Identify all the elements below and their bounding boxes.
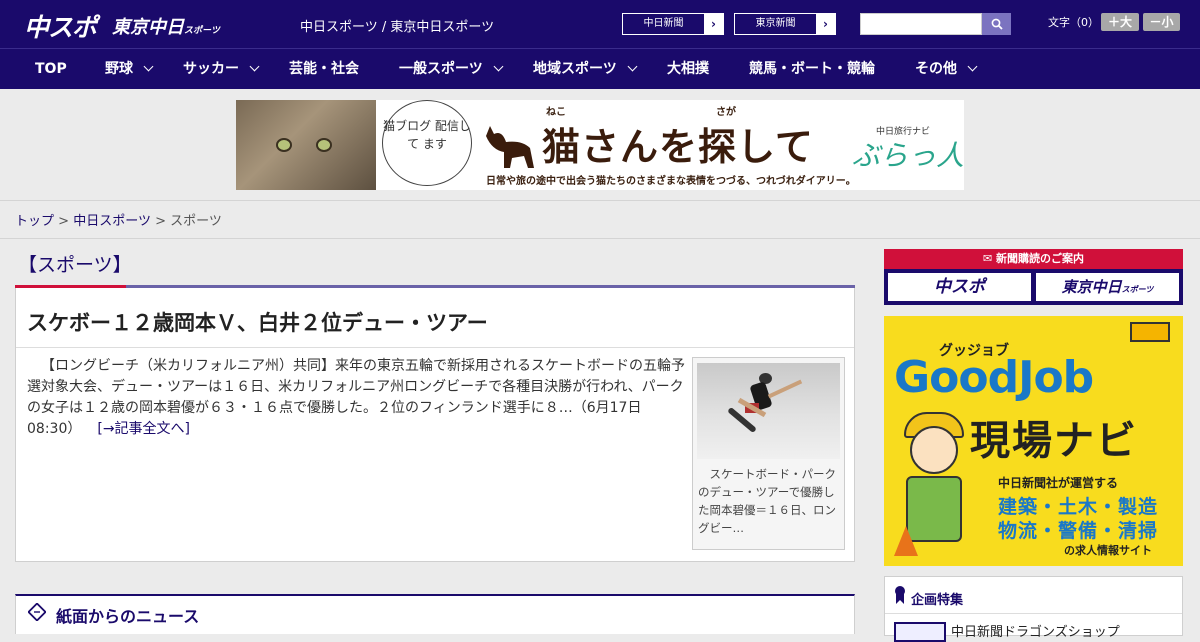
nav-top[interactable]: TOP <box>35 49 67 89</box>
search-form <box>860 13 1011 35</box>
banner-title: 猫さんを探して <box>542 125 814 169</box>
search-input[interactable] <box>860 13 982 35</box>
envelope-icon: ✉ <box>982 252 997 265</box>
nav-keiba[interactable]: 競馬・ボート・競輪 <box>749 49 875 89</box>
paper-news-title: 紙面からのニュース <box>56 607 200 626</box>
cat-blog-banner[interactable]: 猫ブログ 配信して ます ねこ さが 猫さんを探して 中日旅行ナビ ぶらっ人 日… <box>236 100 964 190</box>
chevron-down-icon <box>967 61 978 72</box>
feature-box: 企画特集 中日新聞ドラゴンズショップ <box>884 576 1183 642</box>
subscription-header: ✉ 新聞購読のご案内 <box>884 249 1183 269</box>
logo-chunichi-sports[interactable]: 中スポ <box>24 13 97 42</box>
chunichi-shimbun-link[interactable]: 中日新聞 › <box>622 13 724 35</box>
nav-baseball[interactable]: 野球 <box>105 49 154 89</box>
article-headline[interactable]: スケボー１２歳岡本Ｖ、白井２位デュー・ツアー <box>27 307 488 337</box>
cat-silhouette-icon <box>486 126 534 168</box>
chevron-right-icon: › <box>816 14 835 34</box>
banner-subtitle: 日常や旅の途中で出会う猫たちのさまざまな表情をつづる、つれづれダイアリー。 <box>486 176 856 187</box>
chevron-down-icon <box>493 61 504 72</box>
site-title: 中日スポーツ / 東京中日スポーツ <box>300 20 495 35</box>
nav-soccer[interactable]: サッカー <box>183 49 260 89</box>
banner-brand: ぶらっ人 <box>852 139 964 172</box>
breadcrumb-chunichi-sports[interactable]: 中日スポーツ <box>73 214 151 229</box>
article-photo-box[interactable]: スケートボード・パークのデュー・ツアーで優勝した岡本碧優＝１６日、ロングビー… <box>692 357 845 550</box>
breadcrumb-current: スポーツ <box>170 214 222 229</box>
nav-entertainment[interactable]: 芸能・社会 <box>289 49 359 89</box>
section-heading: 【スポーツ】 <box>15 248 855 288</box>
divider <box>0 238 1200 239</box>
font-smaller-button[interactable]: －小 <box>1143 13 1180 31</box>
cat-photo <box>236 100 376 190</box>
font-bigger-button[interactable]: ＋大 <box>1101 13 1139 31</box>
skateboard-photo[interactable] <box>697 363 840 459</box>
article-body: 【ロングビーチ（米カリフォルニア州）共同】来年の東京五輪で新採用されるスケートボ… <box>27 358 685 437</box>
nav-sumo[interactable]: 大相撲 <box>667 49 709 89</box>
worker-face <box>910 426 958 474</box>
goodjob-ad[interactable]: グッジョブ GoodJob 現場ナビ 中日新聞社が運営する 建築・土木・製造 物… <box>884 316 1183 566</box>
article-card: スケボー１２歳岡本Ｖ、白井２位デュー・ツアー 【ロングビーチ（米カリフォルニア州… <box>15 288 855 562</box>
read-more-link[interactable]: [→記事全文へ] <box>97 421 190 437</box>
chevron-right-icon: › <box>704 14 723 34</box>
nav-general-sports[interactable]: 一般スポーツ <box>399 49 504 89</box>
site-logo[interactable]: 中スポ 東京中日スポーツ <box>24 8 220 44</box>
ribbon-icon <box>895 586 905 604</box>
main-nav: TOP 野球 サッカー 芸能・社会 一般スポーツ 地域スポーツ 大相撲 競馬・ボ… <box>0 48 1200 89</box>
top-header: 中スポ 東京中日スポーツ 中日スポーツ / 東京中日スポーツ 中日新聞 › 東京… <box>0 0 1200 48</box>
nav-local-sports[interactable]: 地域スポーツ <box>533 49 638 89</box>
paper-news-heading: 紙面からのニュース <box>15 594 855 634</box>
search-icon <box>991 18 1003 30</box>
goodjob-logo: GoodJob <box>894 352 1094 403</box>
newspaper-icon <box>28 603 46 621</box>
feature-item[interactable]: 中日新聞ドラゴンズショップ <box>951 621 1120 640</box>
banner-area: 猫ブログ 配信して ます ねこ さが 猫さんを探して 中日旅行ナビ ぶらっ人 日… <box>0 89 1200 201</box>
subscription-box: ✉ 新聞購読のご案内 中スポ 東京中日スポーツ <box>884 249 1183 305</box>
truck-icon <box>1130 322 1170 342</box>
subscribe-chunichi-sports-button[interactable]: 中スポ <box>888 273 1031 301</box>
photo-caption: スケートボード・パークのデュー・ツアーで優勝した岡本碧優＝１６日、ロングビー… <box>698 467 836 535</box>
traffic-cone-icon <box>894 526 918 556</box>
chevron-down-icon <box>627 61 638 72</box>
feature-title: 企画特集 <box>911 593 964 608</box>
feature-thumbnail[interactable] <box>894 622 946 642</box>
chevron-down-icon <box>249 61 260 72</box>
speech-bubble: 猫ブログ 配信して ます <box>382 100 472 186</box>
tokyo-shimbun-link[interactable]: 東京新聞 › <box>734 13 836 35</box>
search-button[interactable] <box>982 13 1011 35</box>
section-title: 【スポーツ】 <box>18 254 132 276</box>
chevron-down-icon <box>143 61 154 72</box>
nav-others[interactable]: その他 <box>915 49 978 89</box>
logo-tokyo-chunichi[interactable]: 東京中日スポーツ <box>112 13 220 39</box>
breadcrumb: トップ > 中日スポーツ > スポーツ <box>15 214 222 229</box>
breadcrumb-top[interactable]: トップ <box>15 214 54 229</box>
subscribe-tokyo-chunichi-button[interactable]: 東京中日スポーツ <box>1036 273 1179 301</box>
font-size-label: 文字（0） <box>1048 16 1099 29</box>
